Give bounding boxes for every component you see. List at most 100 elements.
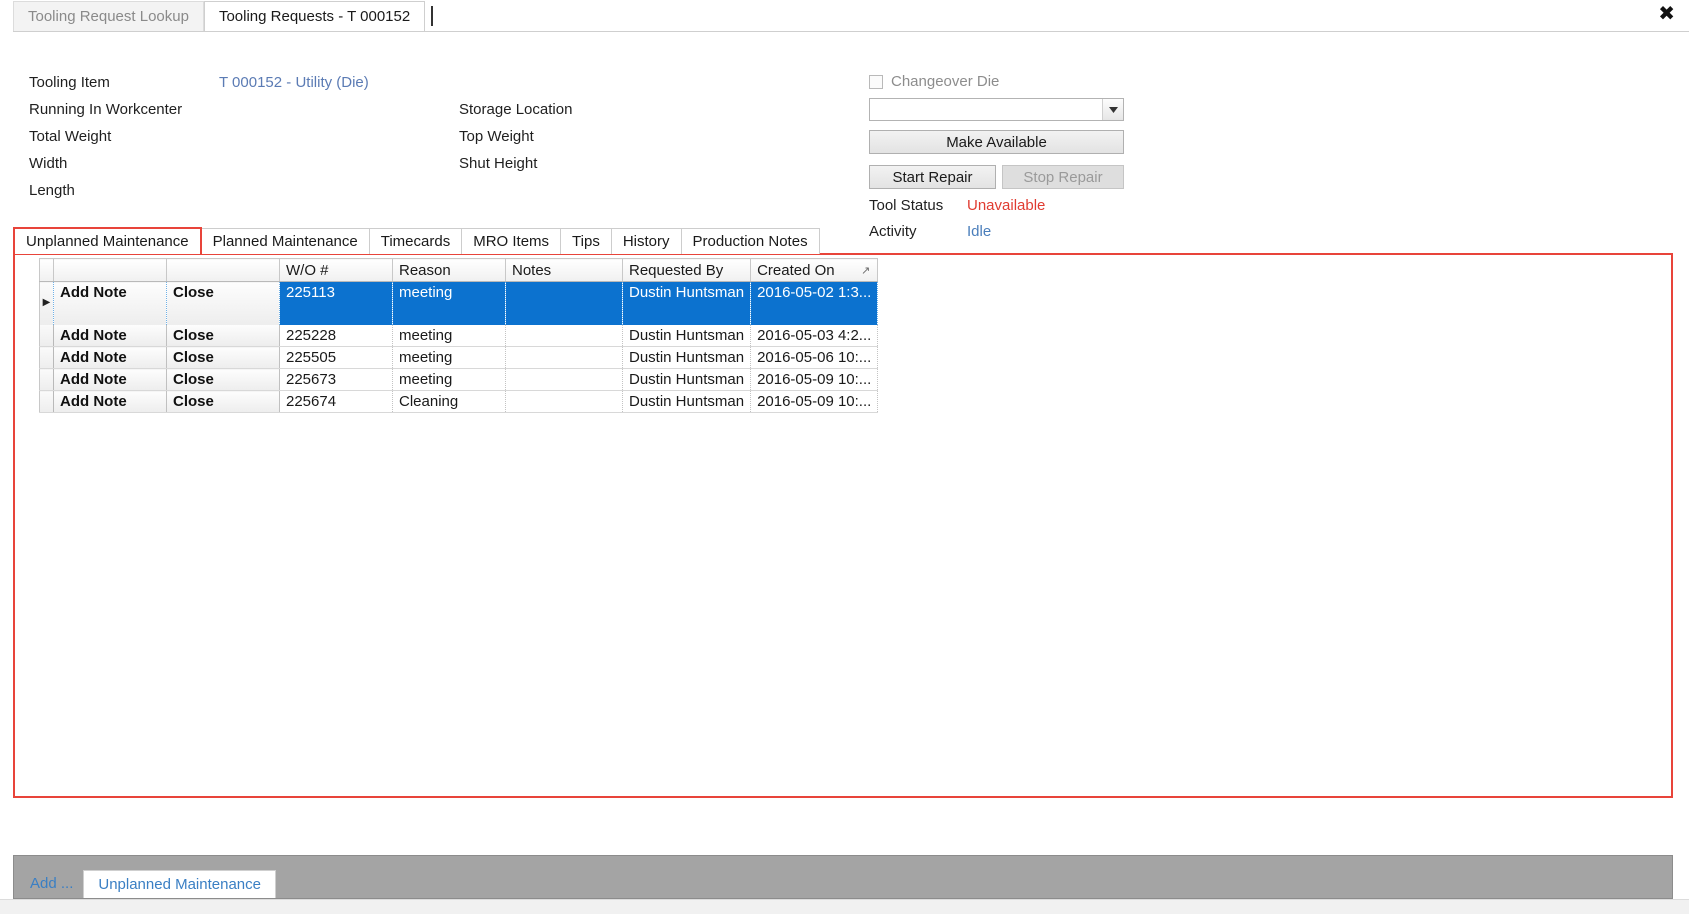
tab-planned-maintenance[interactable]: Planned Maintenance xyxy=(200,228,370,254)
window-tab-label: Tooling Request Lookup xyxy=(28,8,189,25)
cell-created-on: 2016-05-02 1:3... xyxy=(750,281,879,325)
changeover-die-checkbox[interactable] xyxy=(869,74,883,89)
table-row[interactable]: ▶ Add Note Close 225113 meeting Dustin H… xyxy=(39,281,879,325)
close-button[interactable]: Close xyxy=(166,281,280,325)
grid-header-wo[interactable]: W/O # xyxy=(279,258,393,282)
add-note-button[interactable]: Add Note xyxy=(53,346,167,369)
table-row[interactable]: Add Note Close 225673 meeting Dustin Hun… xyxy=(39,368,879,391)
label-running-in-workcenter: Running In Workcenter xyxy=(29,101,183,118)
tab-tips[interactable]: Tips xyxy=(560,228,612,254)
close-button[interactable]: Close xyxy=(166,324,280,347)
start-repair-button[interactable]: Start Repair xyxy=(869,165,996,189)
cell-requested-by: Dustin Huntsman xyxy=(622,324,752,347)
stop-repair-label: Stop Repair xyxy=(1023,168,1103,186)
tooling-detail-header: Tooling Item Running In Workcenter Total… xyxy=(0,32,1689,240)
tool-status-value: Unavailable xyxy=(967,197,1046,214)
cell-wo: 225505 xyxy=(279,346,393,369)
window-tab-tooling-request-lookup[interactable]: Tooling Request Lookup xyxy=(13,1,204,31)
cell-notes xyxy=(505,324,623,347)
table-row[interactable]: Add Note Close 225674 Cleaning Dustin Hu… xyxy=(39,390,879,413)
maintenance-tab-control: Unplanned Maintenance Planned Maintenanc… xyxy=(13,227,1673,857)
row-indicator xyxy=(39,324,54,347)
label-width: Width xyxy=(29,155,68,172)
changeover-die-row[interactable]: Changeover Die xyxy=(869,73,999,90)
value-tooling-item[interactable]: T 000152 - Utility (Die) xyxy=(219,74,369,91)
tab-label: Production Notes xyxy=(692,233,808,250)
tab-label: Planned Maintenance xyxy=(212,233,358,250)
grid-corner-header[interactable] xyxy=(39,258,54,282)
inner-tab-list: Unplanned Maintenance Planned Maintenanc… xyxy=(13,227,1673,254)
label-top-weight: Top Weight xyxy=(459,128,534,145)
close-button[interactable]: Close xyxy=(166,368,280,391)
row-indicator xyxy=(39,390,54,413)
add-note-button[interactable]: Add Note xyxy=(53,281,167,325)
cell-wo: 225674 xyxy=(279,390,393,413)
add-link[interactable]: Add ... xyxy=(24,875,83,898)
cell-reason: meeting xyxy=(392,368,506,391)
label-length: Length xyxy=(29,182,75,199)
tab-label: History xyxy=(622,233,670,250)
cell-reason: meeting xyxy=(392,346,506,369)
cell-wo: 225113 xyxy=(279,281,393,325)
row-indicator: ▶ xyxy=(39,281,54,325)
add-note-button[interactable]: Add Note xyxy=(53,368,167,391)
make-available-label: Make Available xyxy=(946,133,1047,151)
grid-header-created-on[interactable]: Created On ↗ xyxy=(750,258,879,282)
changeover-die-dropdown[interactable] xyxy=(869,98,1124,121)
chevron-down-icon[interactable] xyxy=(1102,99,1123,120)
grid-header-row: W/O # Reason Notes Requested By Created … xyxy=(39,258,879,282)
make-available-button[interactable]: Make Available xyxy=(869,130,1124,154)
label-shut-height: Shut Height xyxy=(459,155,538,172)
label-total-weight: Total Weight xyxy=(29,128,112,145)
cell-wo: 225228 xyxy=(279,324,393,347)
window-tabstrip: Tooling Request Lookup Tooling Requests … xyxy=(0,0,1689,32)
dock-tab-unplanned-maintenance[interactable]: Unplanned Maintenance xyxy=(83,870,276,898)
label-tooling-item: Tooling Item xyxy=(29,74,110,91)
tab-unplanned-maintenance[interactable]: Unplanned Maintenance xyxy=(13,227,202,254)
grid-header-notes[interactable]: Notes xyxy=(505,258,623,282)
grid-header-created-on-label: Created On xyxy=(757,261,835,279)
row-indicator xyxy=(39,346,54,369)
stop-repair-button: Stop Repair xyxy=(1002,165,1124,189)
grid-header-reason[interactable]: Reason xyxy=(392,258,506,282)
unplanned-maintenance-grid: W/O # Reason Notes Requested By Created … xyxy=(39,258,879,413)
cell-requested-by: Dustin Huntsman xyxy=(622,346,752,369)
cell-requested-by: Dustin Huntsman xyxy=(622,368,752,391)
cell-wo: 225673 xyxy=(279,368,393,391)
tab-caret xyxy=(431,6,434,26)
tab-label: Unplanned Maintenance xyxy=(26,233,189,250)
unplanned-maintenance-page: W/O # Reason Notes Requested By Created … xyxy=(13,253,1673,798)
window-tab-label: Tooling Requests - T 000152 xyxy=(218,8,411,25)
window-tab-tooling-requests[interactable]: Tooling Requests - T 000152 xyxy=(203,1,426,31)
tab-timecards[interactable]: Timecards xyxy=(368,228,463,254)
status-bar xyxy=(0,899,1689,914)
grid-header-blank-2[interactable] xyxy=(166,258,280,282)
add-note-button[interactable]: Add Note xyxy=(53,324,167,347)
cell-requested-by: Dustin Huntsman xyxy=(622,281,752,325)
tab-mro-items[interactable]: MRO Items xyxy=(461,228,562,254)
table-row[interactable]: Add Note Close 225505 meeting Dustin Hun… xyxy=(39,346,879,369)
tab-history[interactable]: History xyxy=(610,228,682,254)
start-repair-label: Start Repair xyxy=(892,168,973,186)
bottom-dock-bar: Add ... Unplanned Maintenance xyxy=(13,855,1673,899)
cell-notes xyxy=(505,390,623,413)
grid-body: ▶ Add Note Close 225113 meeting Dustin H… xyxy=(39,281,879,413)
cell-requested-by: Dustin Huntsman xyxy=(622,390,752,413)
add-note-button[interactable]: Add Note xyxy=(53,390,167,413)
cell-created-on: 2016-05-09 10:... xyxy=(750,390,879,413)
close-button[interactable]: Close xyxy=(166,346,280,369)
table-row[interactable]: Add Note Close 225228 meeting Dustin Hun… xyxy=(39,324,879,347)
tab-label: Tips xyxy=(572,233,600,250)
cell-notes xyxy=(505,346,623,369)
tab-production-notes[interactable]: Production Notes xyxy=(680,228,820,254)
tab-label: MRO Items xyxy=(473,233,550,250)
close-button[interactable]: Close xyxy=(166,390,280,413)
cell-created-on: 2016-05-03 4:2... xyxy=(750,324,879,347)
cell-reason: Cleaning xyxy=(392,390,506,413)
cell-reason: meeting xyxy=(392,324,506,347)
sort-ascending-icon: ↗ xyxy=(861,265,871,277)
grid-header-blank-1[interactable] xyxy=(53,258,167,282)
cell-notes xyxy=(505,368,623,391)
close-icon[interactable]: ✖ xyxy=(1658,3,1675,23)
grid-header-requested-by[interactable]: Requested By xyxy=(622,258,752,282)
